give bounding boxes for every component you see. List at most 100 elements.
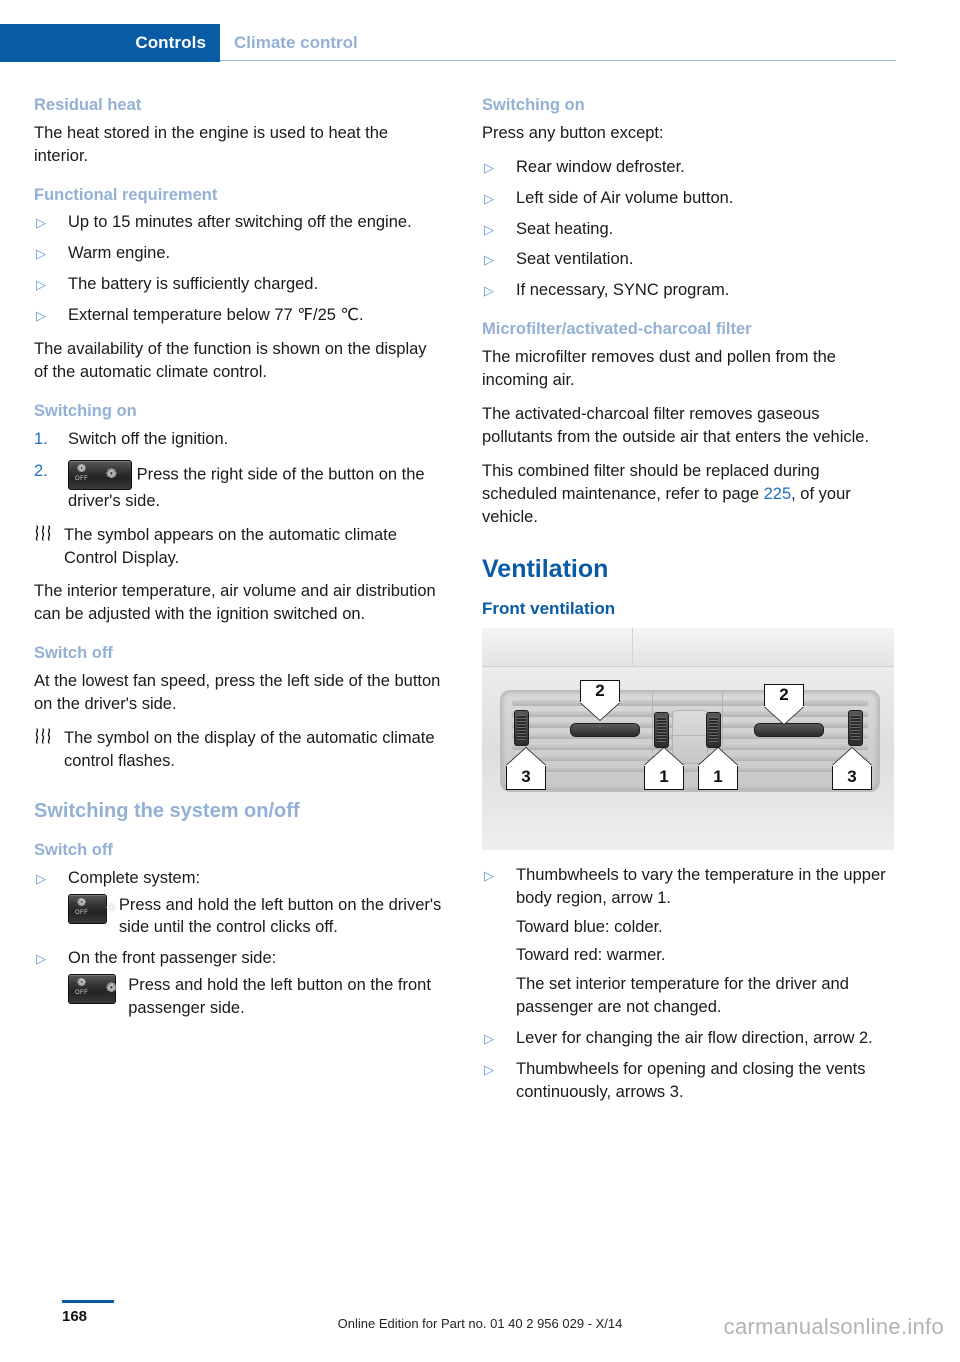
thumbwheel-center-left[interactable] bbox=[654, 711, 669, 748]
callout-3-left: 3 bbox=[506, 747, 546, 790]
bullet-triangle-icon: ▷ bbox=[484, 159, 494, 175]
fan-icon: ❁ bbox=[77, 462, 87, 475]
breadcrumb-chapter[interactable]: Controls bbox=[0, 24, 220, 62]
list-item-label: Left side of Air volume button. bbox=[516, 188, 734, 207]
paragraph-residual-heat-intro: The heat stored in the engine is used to… bbox=[34, 123, 389, 165]
dashboard-upper-surface bbox=[482, 627, 894, 667]
paragraph-interior-temperature: The interior temperature, air volume and… bbox=[34, 582, 436, 624]
bullet-triangle-icon: ▷ bbox=[484, 1031, 494, 1047]
bullet-triangle-icon: ▷ bbox=[36, 951, 46, 967]
fan-icon: ❁ bbox=[106, 465, 117, 481]
bullet-triangle-icon: ▷ bbox=[484, 190, 494, 206]
left-column: Residual heat The heat stored in the eng… bbox=[34, 96, 444, 1031]
paragraph-combined-filter: This combined filter should be replaced … bbox=[482, 460, 892, 529]
off-label: OFF bbox=[75, 990, 89, 997]
list-item-label: Rear window defroster. bbox=[516, 157, 685, 176]
list-switching-on-steps: 1. Switch off the ignition. 2. ❁ OFF ❁ P… bbox=[34, 428, 444, 513]
paragraph-press-any-button: Press any button except: bbox=[482, 123, 664, 142]
heading-switching-on-left: Switching on bbox=[34, 401, 137, 420]
callout-label: 1 bbox=[659, 767, 669, 787]
thumbwheel-outer-left[interactable] bbox=[514, 709, 529, 746]
page-header: Controls Climate control bbox=[0, 24, 960, 62]
thumbwheel-outer-right[interactable] bbox=[848, 709, 863, 746]
right-column: Switching on Press any button except: ▷ … bbox=[482, 96, 894, 1115]
callout-2-right: 2 bbox=[764, 683, 804, 724]
list-item-label: Complete system: bbox=[68, 868, 201, 887]
list-vent-controls: ▷ Thumbwheels to vary the temperature in… bbox=[482, 864, 892, 1104]
list-item-label: Lever for changing the air flow directio… bbox=[516, 1029, 873, 1048]
heading-switch-off-1: Switch off bbox=[34, 644, 113, 663]
airflow-lever-left[interactable] bbox=[570, 722, 640, 737]
fan-icon: ❁ bbox=[77, 977, 87, 990]
list-item-label: Thumbwheels to vary the temperature in t… bbox=[516, 865, 886, 907]
airflow-lever-right[interactable] bbox=[754, 722, 824, 737]
note-symbol-flashes: The symbol on the display of the automat… bbox=[34, 727, 444, 773]
heading-microfilter: Microfilter/activated-charcoal filter bbox=[482, 320, 752, 339]
list-item: ▷ Lever for changing the air flow direct… bbox=[482, 1027, 892, 1050]
breadcrumb-section[interactable]: Climate control bbox=[234, 24, 358, 62]
page-footer: 168 Online Edition for Part no. 01 40 2 … bbox=[0, 1282, 960, 1362]
list-item: ▷ Thumbwheels to vary the temperature in… bbox=[482, 864, 892, 1020]
heading-residual-heat: Residual heat bbox=[34, 96, 142, 114]
page-reference-link[interactable]: 225 bbox=[764, 485, 792, 503]
bullet-triangle-icon: ▷ bbox=[484, 1062, 494, 1078]
list-item-label: Warm engine. bbox=[68, 244, 171, 263]
list-switch-off-options: ▷ Complete system: ❁ OFF ❁ Press and hol… bbox=[34, 867, 444, 1021]
heading-switching-system-on-off: Switching the system on/off bbox=[34, 799, 300, 822]
callout-2-left: 2 bbox=[580, 679, 620, 720]
list-item-label: Thumbwheels for opening and closing the … bbox=[516, 1060, 866, 1102]
fan-icon: ❁ bbox=[106, 980, 117, 996]
thumbwheel-center-right[interactable] bbox=[706, 711, 721, 748]
passenger-side-label: Press and hold the left button on the fr… bbox=[128, 976, 431, 1018]
note-symbol-appears: The symbol appears on the automatic clim… bbox=[34, 524, 444, 570]
list-item: ▷ The battery is sufficiently charged. bbox=[34, 273, 444, 296]
page-number-rule bbox=[62, 1300, 114, 1303]
climate-off-fan-button-icon: ❁ OFF ❁ bbox=[68, 974, 117, 1005]
list-item: ▷ If necessary, SYNC program. bbox=[482, 279, 892, 302]
heat-waves-icon bbox=[34, 728, 52, 752]
breadcrumb-section-label: Climate control bbox=[234, 33, 358, 52]
bullet-triangle-icon: ▷ bbox=[484, 867, 494, 883]
list-button-exceptions: ▷ Rear window defroster. ▷ Left side of … bbox=[482, 156, 892, 303]
front-ventilation-figure: 2 2 1 1 3 3 bbox=[482, 627, 894, 850]
list-item-subline: The set interior temperature for the dri… bbox=[516, 975, 849, 1017]
bullet-triangle-icon: ▷ bbox=[484, 283, 494, 299]
list-item-label: Seat heating. bbox=[516, 219, 614, 238]
list-item-label: On the front passenger side: bbox=[68, 949, 277, 968]
step-item: 1. Switch off the ignition. bbox=[34, 428, 444, 451]
passenger-side-instruction: ❁ OFF ❁ Press and hold the left button o… bbox=[68, 974, 444, 1020]
bullet-triangle-icon: ▷ bbox=[36, 308, 46, 324]
list-item-label: Seat ventilation. bbox=[516, 250, 634, 269]
complete-system-instruction: ❁ OFF ❁ Press and hold the left button o… bbox=[68, 893, 444, 940]
step-label: Switch off the ignition. bbox=[68, 429, 229, 448]
complete-system-label: Press and hold the left button on the dr… bbox=[118, 895, 442, 937]
heading-switch-off-2: Switch off bbox=[34, 840, 113, 859]
header-divider bbox=[220, 60, 896, 61]
breadcrumb-chapter-label: Controls bbox=[135, 33, 206, 52]
fan-icon: ❁ bbox=[77, 896, 87, 909]
list-item-subline: Toward blue: colder. bbox=[516, 917, 663, 936]
callout-label: 2 bbox=[595, 681, 605, 701]
list-item-label: If necessary, SYNC program. bbox=[516, 281, 730, 300]
paragraph-microfilter: The microfilter removes dust and pollen … bbox=[482, 348, 836, 390]
step-number: 2. bbox=[34, 461, 48, 480]
callout-1-right: 1 bbox=[698, 747, 738, 790]
callout-3-right: 3 bbox=[832, 747, 872, 790]
list-functional-requirements: ▷ Up to 15 minutes after switching off t… bbox=[34, 211, 444, 327]
list-item: ▷ Thumbwheels for opening and closing th… bbox=[482, 1058, 892, 1104]
list-item: ▷ Seat ventilation. bbox=[482, 248, 892, 271]
step-number: 1. bbox=[34, 429, 48, 448]
callout-label: 3 bbox=[847, 767, 857, 787]
list-item-label: Up to 15 minutes after switching off the… bbox=[68, 213, 412, 232]
list-item-subline: Toward red: warmer. bbox=[516, 946, 666, 965]
callout-label: 2 bbox=[779, 685, 789, 705]
bullet-triangle-icon: ▷ bbox=[36, 870, 46, 886]
climate-off-fan-button-icon: ❁ OFF ❁ bbox=[68, 893, 117, 924]
heat-waves-icon bbox=[34, 524, 52, 549]
off-label: OFF bbox=[75, 909, 89, 916]
list-item: ▷ Rear window defroster. bbox=[482, 156, 892, 179]
paragraph-availability: The availability of the function is show… bbox=[34, 340, 427, 382]
note-label: The symbol on the display of the automat… bbox=[64, 728, 435, 770]
heading-ventilation: Ventilation bbox=[482, 554, 609, 583]
heading-switching-on-right: Switching on bbox=[482, 96, 585, 114]
